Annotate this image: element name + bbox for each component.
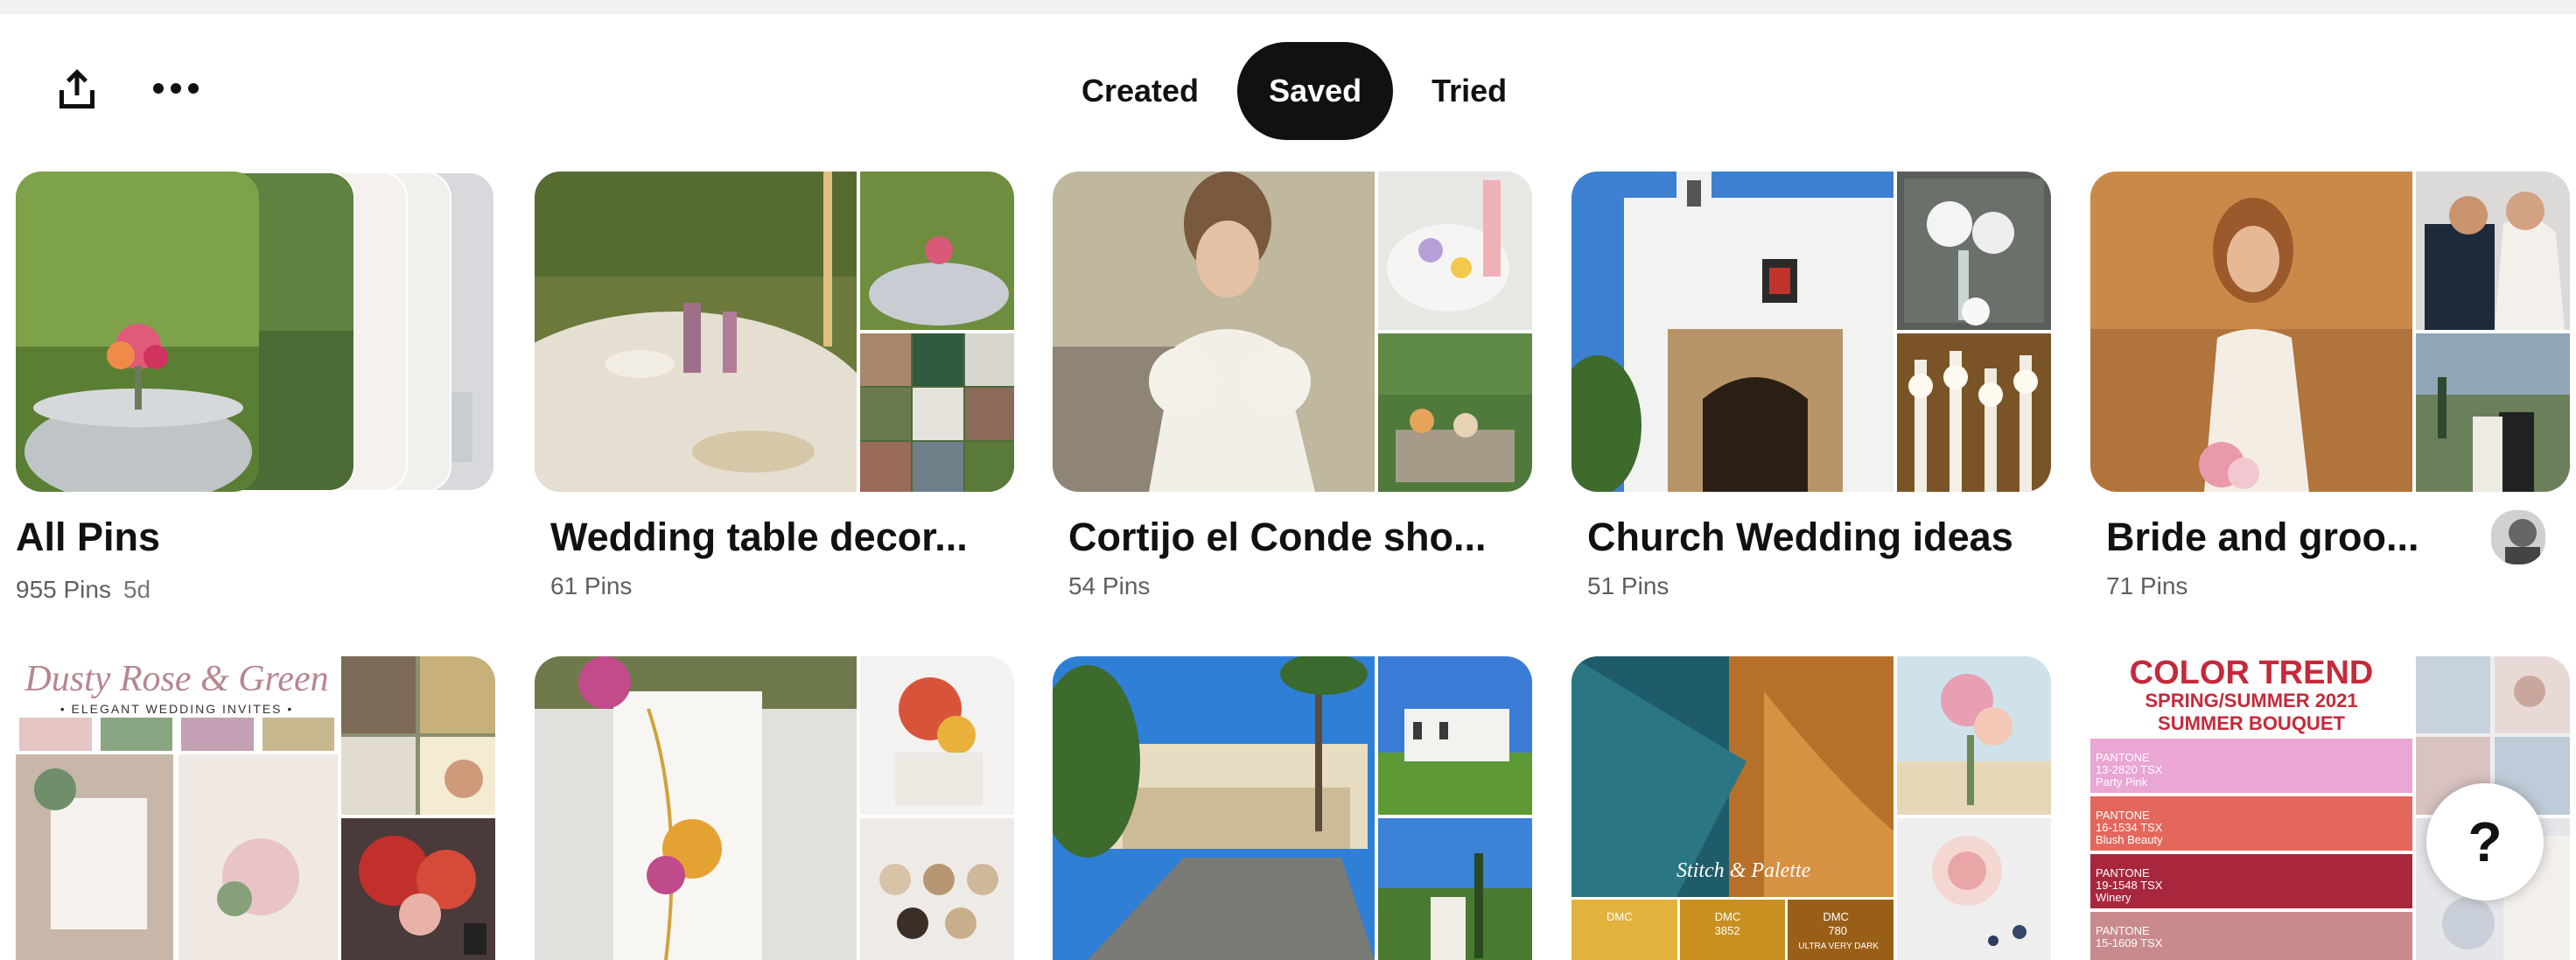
board-title[interactable]: Bride and groo... [2106, 513, 2447, 562]
board-card[interactable]: Church Wedding ideas 51 Pins [1572, 172, 2051, 600]
pin-thumbnail: Stitch & Palette DMC DMC 3852 DMC 780 ULTRA… [1572, 656, 1894, 960]
color-swatch: PANTONE 13-2820 TSX Party Pink [2090, 739, 2412, 793]
pin-thumbnail [341, 818, 495, 960]
board-card[interactable]: Wedding table decor... 61 Pins [535, 172, 1014, 600]
pin-thumbnail: COLOR TREND SPRING/SUMMER 2021 SUMMER BO… [2090, 656, 2412, 960]
board-meta: 955 Pins 5d [16, 576, 150, 604]
more-dots-icon [153, 83, 199, 94]
board-card[interactable]: Stitch & Palette DMC DMC 3852 DMC 780 ULTRA… [1572, 656, 2051, 960]
pin-subtitle: • ELEGANT WEDDING INVITES • [60, 702, 294, 716]
board-cover: Stitch & Palette DMC DMC 3852 DMC 780 ULTRA… [1572, 656, 2051, 960]
question-icon: ? [2468, 810, 2502, 873]
board-cover [535, 172, 1014, 492]
pin-thumbnail [1378, 818, 1532, 960]
board-card[interactable]: Bride and groo... 71 Pins [2090, 172, 2570, 600]
pin-thumbnail [341, 656, 495, 815]
profile-tabs: Created Saved Tried [1050, 39, 1538, 144]
pin-thumbnail [1053, 656, 1375, 960]
profile-toolbar: Created Saved Tried [0, 14, 2576, 172]
pin-thumbnail [535, 172, 857, 492]
board-title[interactable]: Wedding table decor... [550, 513, 1014, 562]
board-cover: Dusty Rose & Green • ELEGANT WEDDING INV… [16, 656, 495, 960]
pin-count: 54 Pins [1068, 572, 1151, 599]
pin-thumbnail [1897, 656, 2051, 815]
help-button[interactable]: ? [2426, 783, 2544, 900]
tab-saved[interactable]: Saved [1237, 42, 1394, 140]
board-card[interactable] [1053, 656, 1532, 960]
board-cover [535, 656, 1014, 960]
pin-count: 61 Pins [550, 572, 633, 599]
tab-created[interactable]: Created [1050, 42, 1230, 140]
pin-thumbnail [2416, 333, 2570, 492]
top-strip [0, 0, 2576, 14]
pin-thumbnail [860, 656, 1014, 815]
board-cover [2090, 172, 2570, 492]
pin-thumbnail: Dusty Rose & Green • ELEGANT WEDDING INV… [16, 656, 338, 960]
pin-thumbnail [1897, 333, 2051, 492]
pin-count: 51 Pins [1587, 572, 1670, 599]
board-age: 5d [122, 576, 151, 603]
pin-thumbnail [860, 818, 1014, 960]
collaborator-avatar [2488, 508, 2548, 567]
pin-thumbnail [1897, 172, 2051, 330]
pin-thumbnail [1378, 172, 1532, 330]
pin-title: COLOR TREND [2129, 656, 2374, 691]
pin-thumbnail [1897, 818, 2051, 960]
pin-thumbnail [2090, 172, 2412, 492]
watermark: Stitch & Palette [1676, 859, 1811, 882]
pin-thumbnail [2416, 172, 2570, 330]
pin-thumbnail [1378, 656, 1532, 815]
swatch-row: DMC DMC 3852 DMC 780 ULTRA VERY DARK [1572, 900, 1894, 960]
board-title[interactable]: All Pins [16, 513, 480, 562]
share-upload-icon [60, 69, 94, 109]
pin-thumbnail [860, 172, 1014, 330]
board-cover [1053, 656, 1532, 960]
pin-thumbnail [535, 656, 857, 960]
pin-count: 71 Pins [2106, 572, 2188, 599]
more-options-button[interactable] [136, 49, 215, 128]
color-swatch: PANTONE 19-1548 TSX Winery [2090, 854, 2412, 908]
pin-thumbnail [1053, 172, 1375, 492]
color-swatch: PANTONE 15-1609 TSX [2090, 912, 2412, 960]
board-card[interactable] [535, 656, 1014, 960]
board-cover [1572, 172, 2051, 492]
all-pins-cover[interactable] [16, 172, 495, 492]
pin-thumbnail [1572, 172, 1894, 492]
pin-thumbnail [16, 172, 259, 492]
tab-tried[interactable]: Tried [1400, 42, 1538, 140]
pin-count: 955 Pins [16, 576, 111, 603]
pin-subtitle: SPRING/SUMMER 2021 [2145, 690, 2358, 711]
swatch-row [16, 718, 338, 751]
share-button[interactable] [38, 49, 116, 128]
pin-subtitle: SUMMER BOUQUET [2158, 712, 2345, 734]
pin-thumbnail [1378, 333, 1532, 492]
pin-thumbnail [860, 333, 1014, 492]
board-title[interactable]: Cortijo el Conde sho... [1068, 513, 1532, 562]
board-card[interactable]: Cortijo el Conde sho... 54 Pins [1053, 172, 1532, 600]
board-title[interactable]: Church Wedding ideas [1587, 513, 2051, 562]
board-cover [1053, 172, 1532, 492]
pin-title: Dusty Rose & Green [24, 659, 329, 699]
color-swatch: PANTONE 16-1534 TSX Blush Beauty [2090, 796, 2412, 851]
board-card[interactable]: Dusty Rose & Green • ELEGANT WEDDING INV… [16, 656, 495, 960]
